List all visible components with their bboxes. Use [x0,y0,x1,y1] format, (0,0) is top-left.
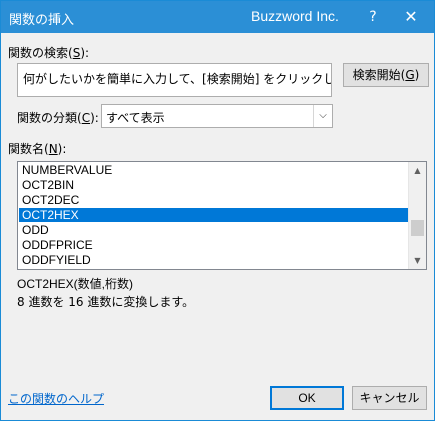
function-syntax: OCT2HEX(数値,桁数) [17,277,134,291]
category-label: 関数の分類(C): [17,109,99,126]
list-item-selected[interactable]: OCT2HEX [19,208,409,222]
search-label: 関数の検索(S): [8,44,89,61]
search-button[interactable]: 検索開始(G) [343,63,429,87]
category-label-text: 関数の分類( [17,111,82,125]
search-label-text: 関数の検索( [8,46,73,60]
list-item[interactable]: OCT2BIN [19,178,409,192]
title-bar: 関数の挿入 Buzzword Inc. ? ✕ [1,1,434,33]
search-button-end: ) [414,68,420,82]
cancel-button[interactable]: キャンセル [352,386,427,410]
brand-name: Buzzword Inc. [251,8,339,24]
scroll-down-arrow-icon[interactable]: ▼ [409,252,426,269]
list-item[interactable]: NUMBERVALUE [19,163,409,177]
scrollbar-thumb[interactable] [411,220,424,236]
search-button-key: G [405,68,415,82]
insert-function-dialog: 関数の挿入 Buzzword Inc. ? ✕ 関数の検索(S): 何がしたいか… [0,0,435,421]
category-select[interactable]: すべて表示 ⌵ [101,104,333,128]
chevron-down-icon[interactable]: ⌵ [313,105,332,127]
category-label-key: C [81,111,91,125]
function-name-label-text: 関数名( [8,142,49,156]
close-button[interactable]: ✕ [399,5,423,29]
ok-button[interactable]: OK [270,386,344,410]
function-description: 8 進数を 16 進数に変換します。 [17,295,195,309]
list-item[interactable]: ODD [19,223,409,237]
function-name-label: 関数名(N): [8,140,66,157]
resize-grip-icon[interactable] [422,408,432,418]
dialog-title: 関数の挿入 [9,13,75,28]
list-item[interactable]: OCT2DEC [19,193,409,207]
function-name-label-key: N [48,142,58,156]
scroll-up-arrow-icon[interactable]: ▲ [409,162,426,179]
function-list[interactable]: NUMBERVALUE OCT2BIN OCT2DEC OCT2HEX ODD … [17,161,427,270]
category-selected-value: すべて表示 [106,111,165,125]
search-label-end: ): [80,46,90,60]
function-name-label-end: ): [57,142,67,156]
list-item[interactable]: ODDFPRICE [19,238,409,252]
list-item[interactable]: ODDFYIELD [19,253,409,267]
search-input[interactable]: 何がしたいかを簡単に入力して、[検索開始] をクリックしてください。 [17,63,332,97]
search-button-text: 検索開始( [352,68,406,82]
help-button[interactable]: ? [362,6,384,28]
function-help-link[interactable]: この関数のヘルプ [8,390,104,407]
function-list-scrollbar[interactable]: ▲ ▼ [408,162,426,269]
category-label-end: ): [90,111,99,125]
